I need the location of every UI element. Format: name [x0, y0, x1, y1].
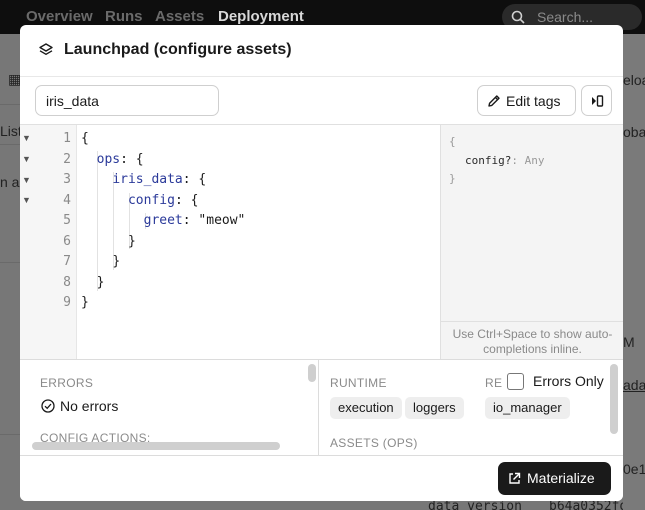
bg-reload: eloa [623, 72, 645, 88]
line-number: 9 [63, 295, 71, 310]
code-line: } [81, 295, 89, 310]
runtime-chip-execution[interactable]: execution [330, 397, 402, 419]
errors-only-label: Errors Only [533, 373, 604, 389]
hint-config-field: config?: Any [465, 154, 545, 167]
code-line: } [127, 234, 136, 249]
line-number: 6 [63, 234, 71, 249]
assets-ops-heading: ASSETS (OPS) [330, 436, 418, 450]
fold-marker[interactable]: ▼ [22, 195, 31, 205]
nav-assets[interactable]: Assets [155, 8, 204, 25]
fold-marker[interactable]: ▼ [22, 154, 31, 164]
layers-icon [39, 43, 53, 62]
line-number: 1 [63, 131, 71, 146]
check-circle-icon [41, 399, 55, 418]
line-number: 4 [63, 193, 71, 208]
fold-marker[interactable]: ▼ [22, 133, 31, 143]
errors-vertical-scrollbar[interactable] [308, 364, 316, 382]
open-external-icon [508, 472, 521, 488]
search-placeholder: Search... [537, 9, 594, 25]
hint-open-brace: { [449, 135, 456, 148]
toggle-side-panel-button[interactable] [581, 85, 612, 116]
bg-divider [0, 144, 20, 145]
runtime-heading: RUNTIME [330, 376, 387, 390]
launchpad-toolbar: Edit tags [20, 77, 623, 125]
nav-deployment[interactable]: Deployment [218, 8, 304, 25]
code-line: iris_data: { [112, 172, 207, 187]
code-line: config: { [127, 193, 199, 208]
no-errors-text: No errors [60, 398, 119, 414]
background-right-column: eloa obal M ada 0e1 [623, 34, 645, 510]
code-line: ops: { [96, 152, 144, 167]
schema-hint-panel: { config?: Any } Use Ctrl+Space to show … [440, 125, 623, 359]
errors-horizontal-scrollbar[interactable] [32, 442, 308, 450]
bg-link: ada [623, 377, 645, 393]
bg-list-heading: List [0, 123, 22, 139]
resources-heading: RE [485, 376, 503, 390]
pencil-icon [487, 94, 501, 111]
runtime-vertical-scrollbar[interactable] [610, 364, 618, 434]
errors-only-checkbox[interactable] [507, 373, 524, 390]
edit-tags-button[interactable]: Edit tags [477, 85, 576, 116]
code-line: } [96, 275, 105, 290]
bg-divider [0, 104, 20, 105]
panel-toggle-icon [590, 94, 604, 111]
line-number: 3 [63, 172, 71, 187]
launchpad-dialog: Launchpad (configure assets) Edit tags ▼… [20, 25, 623, 501]
errors-heading: ERRORS [40, 376, 94, 390]
bg-hash: 0e1 [623, 461, 645, 477]
edit-tags-label: Edit tags [506, 93, 561, 109]
line-number: 2 [63, 152, 71, 167]
scrollbar-thumb[interactable] [32, 442, 280, 450]
config-name-input[interactable] [35, 85, 219, 116]
fold-marker[interactable]: ▼ [22, 175, 31, 185]
autocomplete-help-text: Use Ctrl+Space to show auto-completions … [441, 321, 623, 357]
hint-close-brace: } [449, 172, 456, 185]
bg-m: M [623, 334, 635, 350]
bottom-panels: ERRORS No errors CONFIG ACTIONS: RUNTIME… [20, 359, 623, 456]
code-line: greet: "meow" [143, 213, 246, 228]
materialize-label: Materialize [527, 470, 595, 486]
dialog-header: Launchpad (configure assets) [20, 25, 623, 77]
code-line: { [81, 131, 89, 146]
line-number: 7 [63, 254, 71, 269]
line-number: 5 [63, 213, 71, 228]
bg-divider [0, 434, 20, 435]
errors-panel: ERRORS No errors CONFIG ACTIONS: [20, 360, 319, 456]
line-number: 8 [63, 275, 71, 290]
dialog-title: Launchpad (configure assets) [64, 41, 292, 58]
bg-left-input: n a [0, 174, 20, 190]
bg-global: obal [623, 124, 645, 140]
runtime-panel: RUNTIME RE Errors Only execution loggers… [319, 360, 623, 456]
bg-divider [0, 262, 20, 263]
code-line: } [112, 254, 121, 269]
dialog-footer: Materialize [20, 455, 623, 501]
runtime-chip-loggers[interactable]: loggers [405, 397, 464, 419]
editor-gutter: ▼ ▼ ▼ ▼ 1 2 3 4 5 6 7 8 9 [20, 125, 77, 359]
nav-runs[interactable]: Runs [105, 8, 143, 25]
resource-chip-io-manager[interactable]: io_manager [485, 397, 570, 419]
config-editor[interactable]: ▼ ▼ ▼ ▼ 1 2 3 4 5 6 7 8 9 { ops: { iris_… [20, 125, 440, 359]
materialize-button[interactable]: Materialize [498, 462, 611, 495]
nav-overview[interactable]: Overview [26, 8, 93, 25]
